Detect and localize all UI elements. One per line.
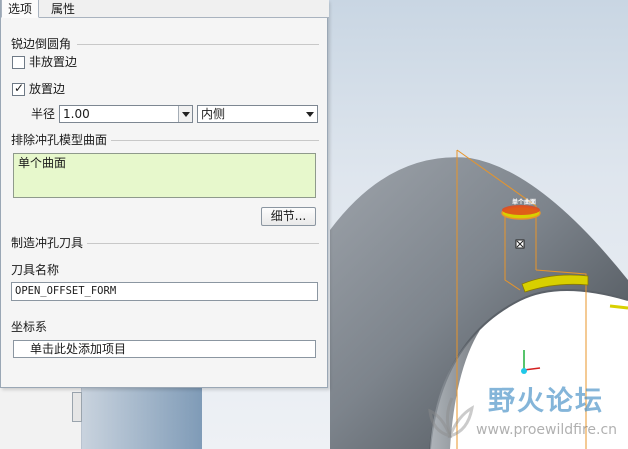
tab-options[interactable]: 选项 — [1, 0, 40, 18]
lower-left-strip — [0, 388, 82, 449]
radius-value: 1.00 — [63, 107, 90, 121]
tab-properties[interactable]: 属性 — [45, 0, 81, 18]
placement-label: 放置边 — [29, 82, 66, 96]
surface-list-item[interactable]: 单个曲面 — [18, 156, 66, 170]
radius-label: 半径 — [31, 107, 56, 121]
placement-checkbox[interactable]: ✓ — [12, 81, 25, 96]
tool-name-label: 刀具名称 — [11, 263, 60, 277]
side-value: 内侧 — [201, 107, 226, 121]
tab-bar: 选项 属性 — [1, 0, 329, 18]
radius-combo[interactable]: 1.00 — [59, 105, 193, 123]
options-panel: 选项 属性 锐边倒圆角 非放置边 ✓ 放置边 半径 1.00 内侧 排除冲孔模型… — [0, 0, 329, 388]
excluded-surface-list[interactable]: 单个曲面 — [13, 153, 316, 198]
chevron-down-icon[interactable] — [178, 106, 192, 122]
watermark-url: www.proewildfire.cn — [476, 422, 618, 438]
csys-origin-icon — [521, 368, 527, 374]
csys-collector[interactable]: 单击此处添加项目 — [13, 340, 316, 358]
scrollbar-thumb[interactable] — [72, 392, 82, 422]
divider — [111, 140, 319, 141]
side-combo[interactable]: 内侧 — [197, 105, 318, 123]
tool-name-input[interactable]: OPEN_OFFSET_FORM — [11, 282, 318, 301]
tool-section-title: 制造冲孔刀具 — [11, 236, 84, 250]
non-placement-checkbox[interactable] — [12, 56, 25, 69]
viewport-left-region — [82, 380, 202, 449]
check-mark-icon: ✓ — [14, 81, 25, 95]
details-button[interactable]: 细节... — [261, 207, 316, 226]
surface-tag-label: 单个曲面 — [512, 199, 537, 206]
non-placement-label: 非放置边 — [29, 55, 78, 69]
chevron-down-icon[interactable] — [303, 106, 317, 122]
exclude-title: 排除冲孔模型曲面 — [11, 133, 108, 147]
divider — [77, 44, 319, 45]
sharp-edge-title: 锐边倒圆角 — [11, 37, 72, 51]
watermark-logo-icon — [428, 397, 475, 439]
watermark: 野火论坛 www.proewildfire.cn — [418, 382, 628, 448]
csys-label: 坐标系 — [11, 320, 48, 334]
watermark-title: 野火论坛 — [488, 386, 604, 417]
divider — [87, 243, 319, 244]
